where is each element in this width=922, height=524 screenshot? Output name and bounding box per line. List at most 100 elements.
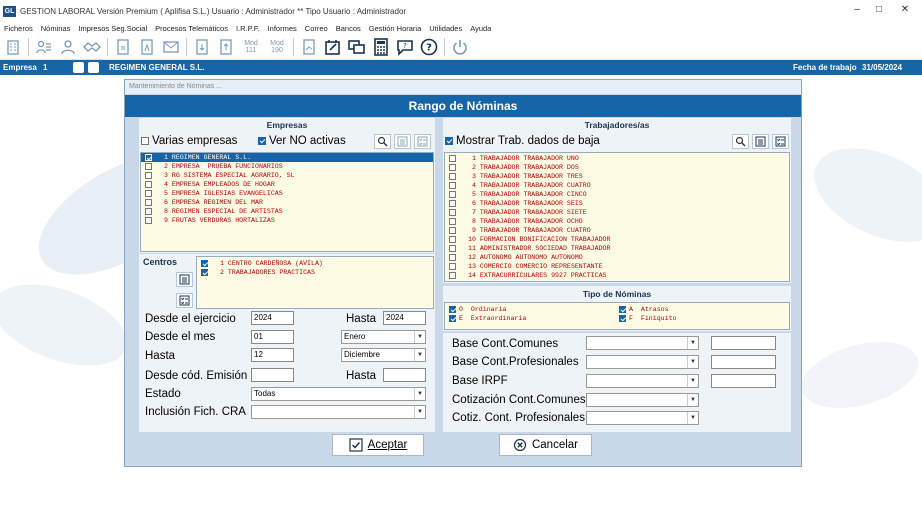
chevron-down-icon[interactable]: ▼ — [414, 349, 425, 361]
tipo-ordinaria[interactable]: O Ordinaria — [449, 305, 507, 314]
cancelar-button[interactable]: Cancelar — [499, 434, 592, 456]
calculator-icon[interactable] — [372, 38, 390, 56]
monitors-icon[interactable] — [348, 38, 366, 56]
trabajador-row[interactable]: 8 TRABAJADOR TRABAJADOR OCHO — [445, 217, 789, 226]
calendar-edit-icon[interactable] — [324, 38, 342, 56]
tipo-extraordinaria[interactable]: E Extraordinaria — [449, 314, 526, 323]
document-down-icon[interactable] — [193, 38, 211, 56]
empresa-row-check[interactable] — [145, 199, 152, 206]
centros-deselect-button[interactable] — [176, 293, 193, 308]
menu-irpf[interactable]: I.R.P.F. — [236, 24, 260, 33]
base-irpf-select[interactable]: ▼ — [586, 374, 699, 388]
trabajador-row-check[interactable] — [449, 218, 456, 225]
centro-row[interactable]: 2 TRABAJADORES PRACTICAS — [197, 268, 433, 277]
desde-ejercicio-input[interactable]: 2024 — [251, 311, 294, 325]
trabajador-row-check[interactable] — [449, 236, 456, 243]
base-cont-comunes-select[interactable]: ▼ — [586, 336, 699, 350]
trabajador-row[interactable]: 13 COMERCIO COMERCIO REPRESENTANTE — [445, 262, 789, 271]
trabajador-row[interactable]: 6 TRABAJADOR TRABAJADOR SEIS — [445, 199, 789, 208]
company-folder-icon[interactable] — [88, 62, 99, 73]
empresa-row-check[interactable] — [145, 181, 152, 188]
tipo-extraordinaria-check[interactable] — [449, 315, 456, 322]
trabajador-row-check[interactable] — [449, 191, 456, 198]
aceptar-button[interactable]: Aceptar — [332, 434, 424, 456]
trabajadores-list[interactable]: 1 TRABAJADOR TRABAJADOR UNO 2 TRABAJADOR… — [444, 152, 790, 282]
trabajador-row[interactable]: 4 TRABAJADOR TRABAJADOR CUATRO — [445, 181, 789, 190]
base-cont-profesionales-input[interactable] — [711, 355, 776, 369]
cotiz-profesionales-select[interactable]: ▼ — [586, 411, 699, 425]
mostrar-baja-checkbox[interactable]: Mostrar Trab. dados de baja — [445, 135, 600, 147]
tipo-finiquito-check[interactable] — [619, 315, 626, 322]
empresa-row-check[interactable] — [145, 217, 152, 224]
trabajador-row-check[interactable] — [449, 254, 456, 261]
base-cont-comunes-input[interactable] — [711, 336, 776, 350]
empresa-row[interactable]: 3 RG SISTEMA ESPECIAL AGRARIO, SL — [141, 171, 433, 180]
document-up-icon[interactable] — [217, 38, 235, 56]
document-a-icon[interactable] — [138, 38, 156, 56]
cotizacion-comunes-select[interactable]: ▼ — [586, 393, 699, 407]
trabajador-row[interactable]: 9 TRABAJADOR TRABAJADOR CUATRO — [445, 226, 789, 235]
trabajador-row-check[interactable] — [449, 209, 456, 216]
centros-select-all-button[interactable] — [176, 272, 193, 287]
trabajador-row-check[interactable] — [449, 164, 456, 171]
building-icon[interactable] — [4, 38, 22, 56]
tipo-atrasos[interactable]: A Atrasos — [619, 305, 669, 314]
base-cont-profesionales-select[interactable]: ▼ — [586, 355, 699, 369]
empresa-row-check[interactable] — [145, 163, 152, 170]
empresas-select-all-button[interactable] — [394, 134, 411, 149]
chevron-down-icon[interactable]: ▼ — [687, 394, 698, 406]
empresa-row-check[interactable] — [145, 208, 152, 215]
trabajador-row-check[interactable] — [449, 227, 456, 234]
trabajador-row[interactable]: 7 TRABAJADOR TRABAJADOR SIETE — [445, 208, 789, 217]
centro-row-check[interactable] — [201, 260, 208, 267]
trabajadores-deselect-button[interactable] — [772, 134, 789, 149]
trabajador-row-check[interactable] — [449, 245, 456, 252]
menu-nominas[interactable]: Nóminas — [41, 24, 71, 33]
trabajador-row-check[interactable] — [449, 272, 456, 279]
empresa-row[interactable]: 1 REGIMEN GENERAL S.L. — [141, 153, 433, 162]
user-icon[interactable] — [59, 38, 77, 56]
trabajador-row[interactable]: 11 ADMINISTRADOR SOCIEDAD TRABAJADOR — [445, 244, 789, 253]
trabajadores-search-button[interactable] — [732, 134, 749, 149]
menu-impresos[interactable]: Impresos Seg.Social — [78, 24, 147, 33]
report-icon[interactable] — [300, 38, 318, 56]
empresa-row-check[interactable] — [145, 172, 152, 179]
menu-procesos[interactable]: Procesos Telemáticos — [155, 24, 228, 33]
ver-no-activas-checkbox[interactable]: Ver NO activas — [258, 135, 346, 147]
empresas-list[interactable]: 1 REGIMEN GENERAL S.L. 2 EMPRESA PRUEBA F… — [140, 152, 434, 252]
empresa-row[interactable]: 6 EMPRESA REGIMEN DEL MAR — [141, 198, 433, 207]
trabajadores-select-all-button[interactable] — [752, 134, 769, 149]
varias-empresas-check[interactable] — [141, 137, 149, 145]
trabajador-row[interactable]: 14 EXTRACURRICULARES 9927 PRACTICAS — [445, 271, 789, 280]
menu-utilidades[interactable]: Utilidades — [429, 24, 462, 33]
trabajador-row[interactable]: 2 TRABAJADOR TRABAJADOR DOS — [445, 163, 789, 172]
centro-row-check[interactable] — [201, 269, 208, 276]
empresa-row[interactable]: 4 EMPRESA EMPLEADOS DE HOGAR — [141, 180, 433, 189]
varias-empresas-checkbox[interactable]: Varias empresas — [141, 135, 237, 147]
desde-mes-input[interactable]: 01 — [251, 330, 294, 344]
handshake-icon[interactable] — [83, 38, 101, 56]
empresa-row[interactable]: 9 FRUTAS VERDURAS HORTALIZAS — [141, 216, 433, 225]
hasta-mes-input[interactable]: 12 — [251, 348, 294, 362]
ver-no-activas-check[interactable] — [258, 137, 266, 145]
chevron-down-icon[interactable]: ▼ — [687, 356, 698, 368]
menu-correo[interactable]: Correo — [305, 24, 328, 33]
tipo-finiquito[interactable]: F Finiquito — [619, 314, 677, 323]
menu-bancos[interactable]: Bancos — [336, 24, 361, 33]
maximize-button[interactable]: □ — [872, 4, 886, 15]
hasta-emision-input[interactable] — [383, 368, 426, 382]
menu-ficheros[interactable]: Ficheros — [4, 24, 33, 33]
chevron-down-icon[interactable]: ▼ — [687, 412, 698, 424]
company-search-icon[interactable] — [73, 62, 84, 73]
chevron-down-icon[interactable]: ▼ — [687, 375, 698, 387]
envelope-icon[interactable] — [162, 38, 180, 56]
trabajador-row[interactable]: 3 TRABAJADOR TRABAJADOR TRES — [445, 172, 789, 181]
minimize-button[interactable]: – — [850, 4, 864, 15]
base-irpf-input[interactable] — [711, 374, 776, 388]
hasta-mes-select[interactable]: Diciembre ▼ — [341, 348, 426, 362]
empresa-row-check[interactable] — [145, 154, 152, 161]
inclusion-cra-select[interactable]: ▼ — [251, 405, 426, 419]
trabajador-row-check[interactable] — [449, 200, 456, 207]
fecha-trabajo-value[interactable]: 31/05/2024 — [862, 63, 902, 72]
trabajador-row[interactable]: 10 FORMACION BONIFICACION TRABAJADOR — [445, 235, 789, 244]
